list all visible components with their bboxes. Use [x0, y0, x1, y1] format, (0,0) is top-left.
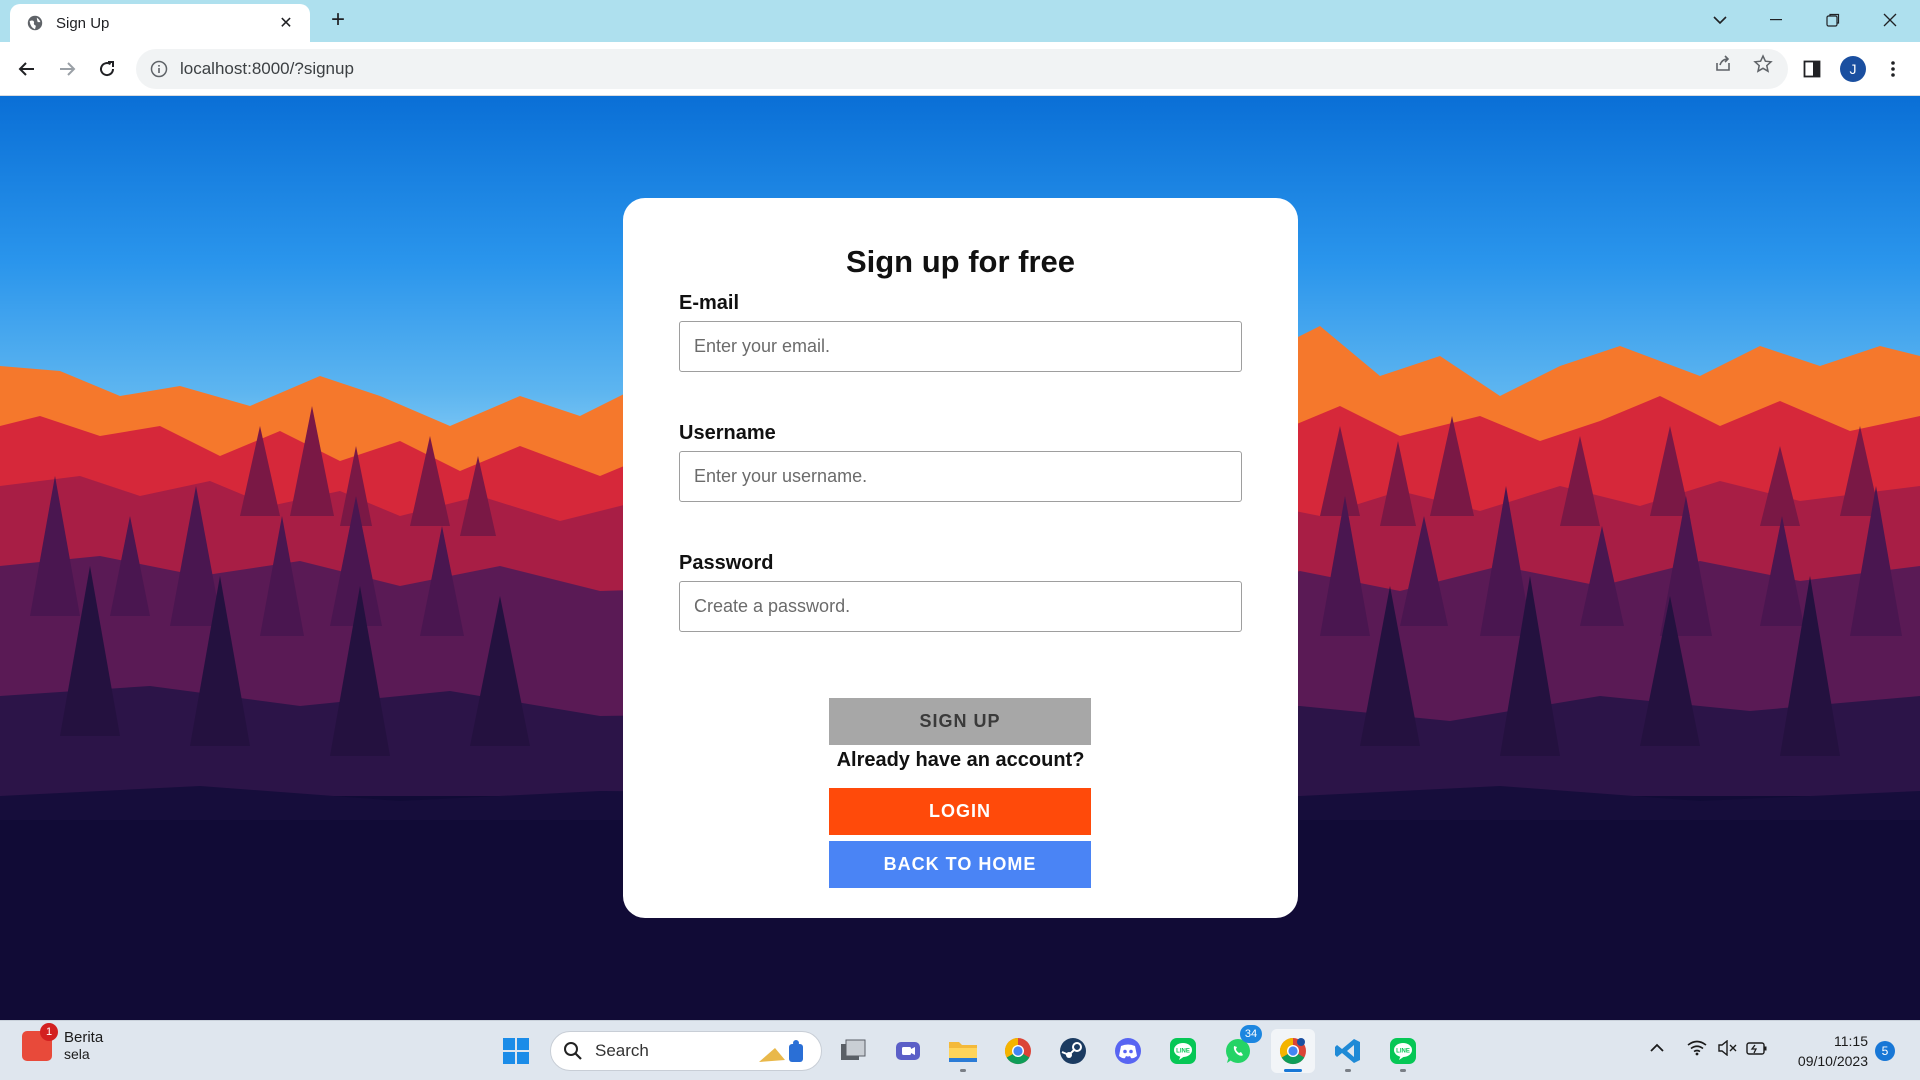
running-indicator — [960, 1069, 966, 1072]
taskbar: 1 Berita sela Search LINE 34 LINE 11:15 … — [0, 1020, 1920, 1080]
password-field[interactable] — [679, 581, 1242, 632]
svg-text:LINE: LINE — [1176, 1049, 1190, 1055]
news-title: Berita — [64, 1029, 104, 1046]
svg-text:LINE: LINE — [1396, 1049, 1410, 1055]
close-window-button[interactable] — [1862, 0, 1918, 40]
url-text: localhost:8000/?signup — [180, 59, 354, 78]
info-icon[interactable] — [150, 60, 168, 78]
email-field[interactable] — [679, 321, 1242, 372]
taskbar-vscode[interactable] — [1326, 1029, 1370, 1073]
taskbar-steam[interactable] — [1051, 1029, 1095, 1073]
new-tab-button[interactable]: + — [324, 6, 352, 34]
arrow-left-icon — [18, 62, 34, 76]
minimize-button[interactable] — [1748, 0, 1804, 40]
username-field[interactable] — [679, 451, 1242, 502]
email-label: E-mail — [679, 292, 740, 314]
clock-time: 11:15 — [1834, 1033, 1868, 1049]
globe-icon — [27, 15, 43, 31]
share-icon[interactable] — [1711, 52, 1735, 76]
taskbar-line-1[interactable]: LINE — [1161, 1029, 1205, 1073]
tab-strip: Sign Up ✕ + — [0, 0, 1920, 42]
profile-avatar[interactable]: J — [1837, 53, 1869, 85]
forward-button[interactable] — [51, 53, 83, 85]
news-badge: 1 — [40, 1022, 58, 1041]
start-button[interactable] — [494, 1029, 538, 1073]
login-button[interactable]: LOGIN — [829, 788, 1091, 835]
reload-button[interactable] — [91, 53, 123, 85]
running-indicator — [1345, 1069, 1351, 1072]
already-have-account-text: Already have an account? — [836, 749, 1085, 771]
avatar: J — [1840, 56, 1866, 82]
reload-icon — [100, 61, 115, 77]
taskbar-teams[interactable] — [886, 1029, 930, 1073]
task-view-icon — [841, 1039, 866, 1060]
side-panel-icon[interactable] — [1796, 53, 1828, 85]
windows-logo-icon — [503, 1038, 529, 1064]
address-bar[interactable]: localhost:8000/?signup — [136, 49, 1788, 89]
menu-kebab-icon[interactable] — [1877, 53, 1909, 85]
taskbar-clock[interactable]: 11:15 09/10/2023 — [1778, 1031, 1868, 1071]
browser-toolbar: localhost:8000/?signup J — [0, 42, 1920, 96]
tab-close-icon[interactable]: ✕ — [276, 13, 296, 33]
taskbar-chrome-active[interactable] — [1271, 1029, 1315, 1073]
restore-button[interactable] — [1805, 0, 1861, 40]
line-chat-icon: LINE — [1390, 1038, 1416, 1064]
search-icon — [564, 1042, 582, 1060]
arrow-right-icon — [60, 62, 76, 76]
discord-icon — [1115, 1038, 1141, 1064]
volume-muted-icon[interactable] — [1714, 1035, 1740, 1061]
vscode-icon — [1335, 1039, 1360, 1063]
video-chat-icon — [896, 1042, 920, 1060]
search-highlight-icon — [759, 1040, 803, 1062]
search-placeholder: Search — [595, 1041, 649, 1060]
active-indicator — [1284, 1069, 1302, 1072]
folder-icon — [949, 1042, 977, 1062]
signup-card: Sign up for free E-mail Username Passwor… — [623, 198, 1298, 918]
page-title: Sign up for free — [845, 244, 1076, 279]
news-widget[interactable]: 1 Berita sela — [22, 1022, 104, 1062]
steam-icon — [1060, 1038, 1086, 1064]
whatsapp-badge: 34 — [1240, 1025, 1262, 1043]
bookmark-star-icon[interactable] — [1751, 52, 1775, 76]
chrome-profile-icon — [1279, 1037, 1306, 1065]
taskbar-file-explorer[interactable] — [941, 1029, 985, 1073]
taskbar-search[interactable]: Search — [550, 1031, 822, 1071]
taskbar-chrome[interactable] — [996, 1029, 1040, 1073]
show-hidden-icons-chevron-icon[interactable] — [1644, 1035, 1670, 1061]
taskbar-line-2[interactable]: LINE — [1381, 1029, 1425, 1073]
signup-button[interactable]: SIGN UP — [829, 698, 1091, 745]
taskbar-discord[interactable] — [1106, 1029, 1150, 1073]
username-label: Username — [679, 422, 776, 444]
news-icon: 1 — [22, 1022, 58, 1061]
battery-icon[interactable] — [1744, 1035, 1770, 1061]
password-label: Password — [679, 552, 774, 574]
tab-search-chevron-icon[interactable] — [1692, 0, 1748, 40]
taskbar-whatsapp[interactable]: 34 — [1216, 1025, 1262, 1073]
line-chat-icon: LINE — [1170, 1038, 1196, 1064]
task-view-button[interactable] — [831, 1029, 875, 1073]
notification-badge[interactable]: 5 — [1875, 1041, 1895, 1061]
page-viewport: Sign up for free E-mail Username Passwor… — [0, 96, 1920, 1020]
tab-title: Sign Up — [56, 14, 110, 32]
tab-sign-up[interactable]: Sign Up ✕ — [10, 4, 310, 42]
chrome-icon — [1004, 1037, 1031, 1065]
running-indicator — [1400, 1069, 1406, 1072]
clock-date: 09/10/2023 — [1797, 1053, 1868, 1069]
news-subtitle: sela — [64, 1046, 90, 1062]
back-to-home-button[interactable]: BACK TO HOME — [829, 841, 1091, 888]
back-button[interactable] — [11, 53, 43, 85]
wifi-icon[interactable] — [1684, 1035, 1710, 1061]
